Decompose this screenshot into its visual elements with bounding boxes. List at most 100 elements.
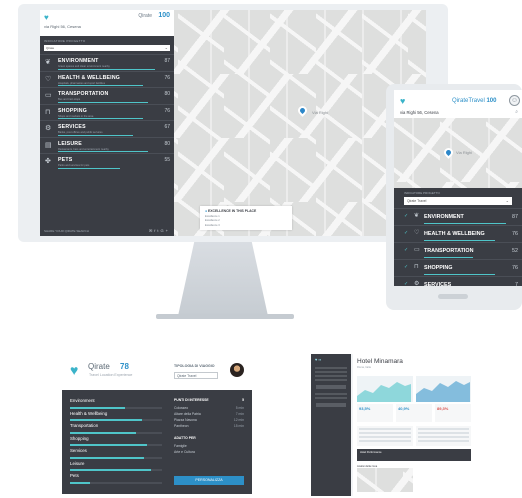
performance-banner: Hotel Performance [357,449,471,461]
qirate-logo-icon[interactable]: ♥ [44,13,49,22]
poi-name: Pantheon [174,424,189,428]
sidebar-item[interactable] [315,397,347,399]
category-description: Restaurants, bars and entertainment near… [58,147,109,151]
category-name: Transportation [70,423,99,428]
category-score-bar [58,85,144,86]
bag-icon: ⊓ [45,108,51,116]
category-name: HEALTH & WELLBEING [58,74,121,81]
card-category-item[interactable]: Leisure [70,461,162,474]
poi-panel: PUNTI DI INTERESSE 5 Colosseo 5 min Altare… [174,398,244,456]
category-score-bar [424,274,496,275]
card-category-item[interactable]: Pets [70,473,162,486]
travel-type-select[interactable]: Qirate Travel [174,372,218,379]
category-description: Parks and services for pets [58,164,90,167]
excellence-title-text: EXCELLENCE IN THIS PLACE [208,209,257,213]
category-name: SHOPPING [424,265,453,271]
category-score: 87 [512,214,518,220]
category-score-bar [424,257,473,258]
tablet-screen: ♥ QirateTravel 100 ☺ via Righi 56, Cesen… [394,90,522,286]
project-select[interactable]: Qirate Travel ⌄ [404,197,512,205]
category-bar-track [70,469,162,471]
suited-for-title: ADATTO PER [174,436,196,440]
category-score-bar [424,240,496,241]
suited-for-item: Arte e Cultura [174,450,195,454]
poi-distance: 12 min [233,418,244,422]
card-category-item[interactable]: Shopping [70,436,162,449]
category-name: Health & Wellbeing [70,410,108,416]
sidebar-item[interactable] [315,371,347,373]
category-bar-track [70,406,162,409]
suited-for-list: Famiglie Arte e Cultura [174,444,244,456]
stats-row: 93,5% 40,9% 89,3% [357,404,471,422]
search-icon[interactable]: ⌕ [515,109,518,115]
showcase: Via Righi ♥ Qirate 100 via Righi 56, Ces… [0,0,522,498]
google-plus-icon[interactable]: G+ [161,228,170,233]
sidebar-button[interactable] [316,385,346,389]
sidebar-item[interactable] [315,375,347,377]
qirate-logo-icon[interactable]: ♥ [400,96,405,106]
category-score: 76 [512,265,518,271]
heart-icon: ♡ [414,230,420,236]
tablet-category-item[interactable]: ✓ ⚙ SERVICES 7 [394,276,522,286]
project-select-value: Qirate [46,46,55,50]
monitor-stand [178,242,268,316]
category-name: SERVICES [58,124,86,130]
category-item-health-wellbeing[interactable]: ♡ HEALTH & WELLBEING Hospitals, pharmacies… [40,70,174,88]
sidebar-item[interactable] [315,393,347,395]
mini-map[interactable] [357,468,413,492]
card-category-item[interactable]: Environment [70,398,162,411]
category-item-transportation[interactable]: ▭ TRANSPORTATION Bus and train stops 80 [40,87,174,104]
tablet-category-item[interactable]: ✓ ⊓ SHOPPING 76 [394,259,522,276]
poi-distance: 15 min [233,424,244,428]
area-chart [415,376,471,402]
sidebar-button[interactable] [316,403,346,407]
card-category-item[interactable]: Services [70,448,162,461]
chevron-down-icon: ⌄ [505,198,509,203]
category-name: SERVICES [424,282,452,286]
category-item-environment[interactable]: ❦ ENVIRONMENT Green spaces and clean envir… [40,54,174,71]
category-item-services[interactable]: ⚙ SERVICES Banks, post offices and public … [40,120,174,137]
qirate-logo-icon[interactable]: ♥ ▪▪ [311,354,351,365]
poi-name: Altare della Patria [174,412,201,416]
category-description: Green spaces and clean environment nearb… [58,65,110,68]
sidebar-item[interactable] [315,367,347,369]
card-category-item[interactable]: Transportation [70,423,162,436]
hotel-title: Hotel Minamara [357,358,403,365]
poi-item[interactable]: Pantheon 15 min [174,424,244,430]
poi-title-text: PUNTI DI INTERESSE [174,398,209,402]
category-name: TRANSPORTATION [424,248,474,254]
project-select[interactable]: Qirate ⌄ [44,45,170,51]
category-item-pets[interactable]: ✤ PETS Parks and services for pets 55 [40,153,174,170]
leaf-icon: ❦ [45,59,51,66]
brand-name: Qirate [138,13,152,19]
card-subtitle: Travel Location Experience [89,373,133,377]
tablet-category-item[interactable]: ✓ ▭ TRANSPORTATION 52 [394,242,522,259]
score-value: 100 [158,12,170,19]
poi-title: PUNTI DI INTERESSE 5 [174,398,244,406]
customize-button[interactable]: PERSONALIZZA [174,476,244,485]
hotel-subtitle: Roma, Italia [357,366,371,369]
tablet-category-item[interactable]: ✓ ♡ HEALTH & WELLBEING 76 [394,225,522,242]
category-name: Pets [70,473,79,478]
tablet-header: ♥ QirateTravel 100 ☺ via Righi 56, Cesen… [394,90,522,116]
bus-icon: ▭ [414,247,420,253]
poi-name: Colosseo [174,406,189,410]
qirate-logo-icon: ♥ [70,362,79,378]
share-label: SHARE YOUR QIRATE SEARCH [44,229,89,233]
card-category-item[interactable]: Health & Wellbeing [70,411,162,424]
avatar[interactable] [230,363,244,377]
category-score: 80 [164,140,170,147]
category-score-bar [58,167,120,169]
ticket-icon: ▤ [45,141,52,149]
stat-tile: 89,3% [435,404,471,422]
address-text: via Righi 56, Cesena [44,24,81,29]
tablet-address: via Righi 56, Cesena [400,110,439,115]
category-name: ENVIRONMENT [58,58,99,64]
avatar-icon[interactable]: ☺ [509,95,520,106]
home-button[interactable] [438,294,468,299]
tablet-category-item[interactable]: ✓ ❦ ENVIRONMENT 87 [394,208,522,225]
category-bar-track [70,444,162,446]
category-item-shopping[interactable]: ⊓ SHOPPING Shops and markets in the area 76 [40,103,174,121]
sidebar-item[interactable] [315,379,347,381]
category-item-leisure[interactable]: ▤ LEISURE Restaurants, bars and entertainm… [40,136,174,154]
